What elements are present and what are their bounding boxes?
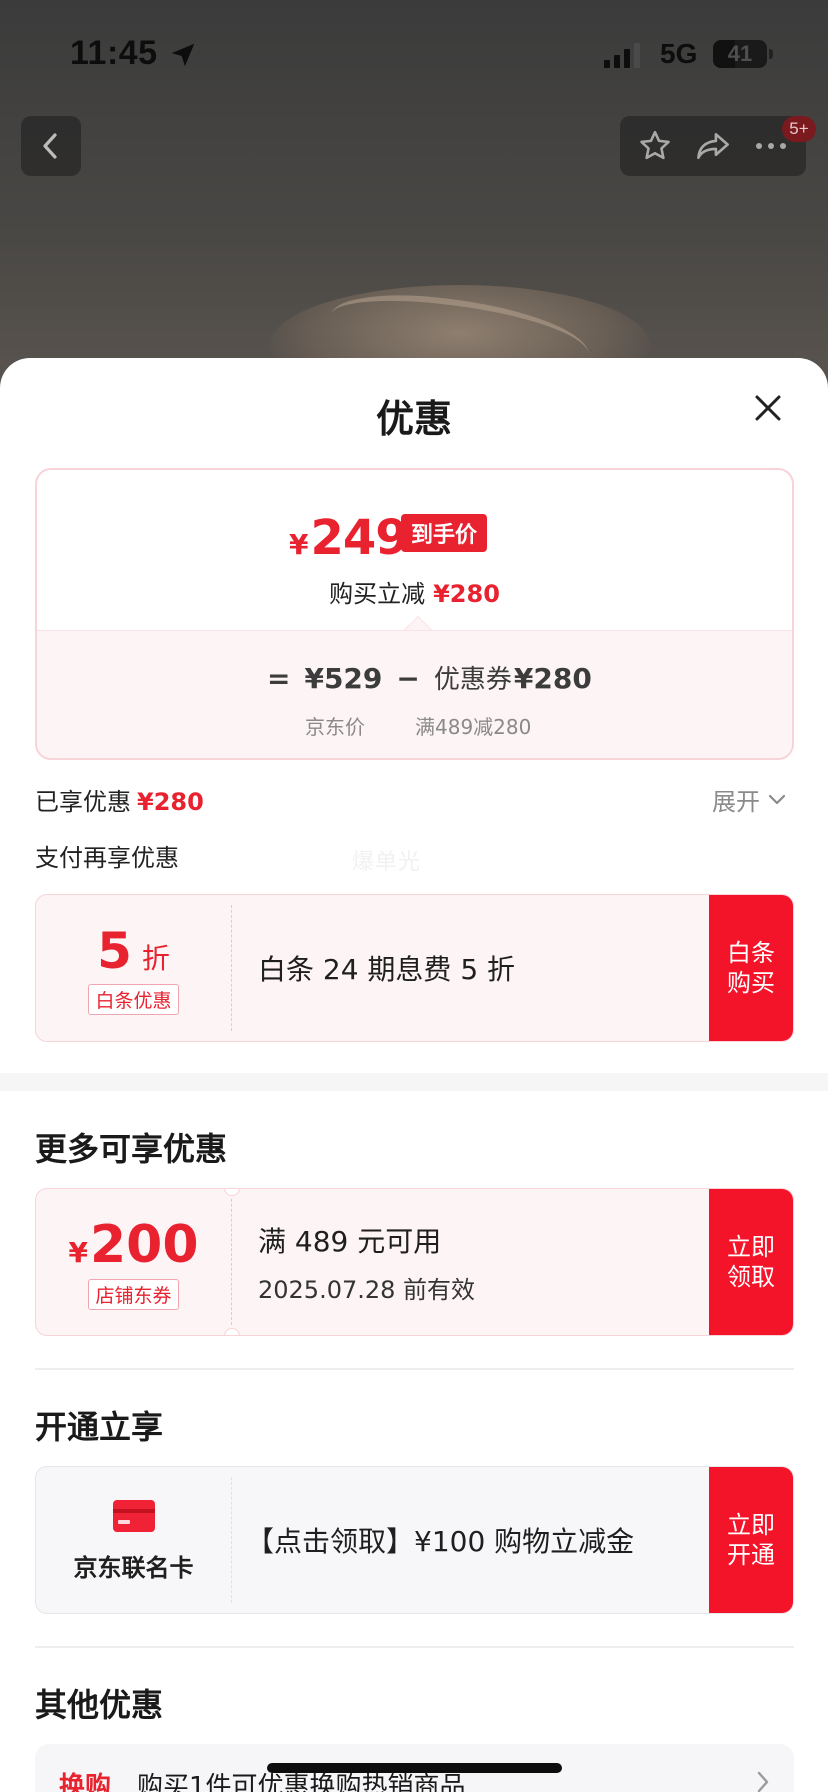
co-brand-card: 京东联名卡 bbox=[36, 1467, 231, 1613]
home-indicator bbox=[267, 1763, 562, 1773]
enjoyed-label: 已享优惠 bbox=[35, 788, 131, 816]
co-brand-card-offer[interactable]: 京东联名卡 【点击领取】¥100 购物立减金 立即开通 bbox=[35, 1466, 794, 1614]
price-formula-area: = ¥529 − 优惠券 ¥280 京东价 满489减280 bbox=[37, 630, 792, 758]
final-price-currency: ¥ bbox=[289, 528, 309, 561]
pay-section-title: 支付再享优惠 bbox=[35, 844, 179, 872]
price-summary-card: ¥ 249 到手价 购买立减 ¥280 = ¥529 − 优惠券 ¥280 京东价… bbox=[35, 468, 794, 760]
coupon-notch bbox=[224, 1328, 240, 1335]
watermark: 爆单光 bbox=[352, 850, 422, 875]
credit-card-icon bbox=[112, 1499, 155, 1532]
formula-equals: = bbox=[267, 662, 291, 695]
expand-button[interactable]: 展开 bbox=[712, 782, 786, 817]
enjoyed-discount: 已享优惠 ¥280 bbox=[35, 782, 204, 817]
coupon-divider bbox=[231, 1199, 232, 1325]
swap-label: 换购 bbox=[59, 1772, 112, 1792]
divider-line bbox=[35, 1368, 794, 1370]
baitiao-discount-unit: 折 bbox=[141, 941, 170, 975]
expand-label: 展开 bbox=[712, 788, 760, 816]
back-chevron-icon bbox=[43, 133, 57, 159]
chevron-down-icon bbox=[768, 794, 786, 804]
reduce-value: ¥280 bbox=[433, 580, 500, 608]
location-arrow-icon bbox=[171, 43, 195, 67]
shop-coupon-validity: 2025.07.28 前有效 bbox=[258, 1275, 476, 1304]
open-card-button[interactable]: 立即开通 bbox=[709, 1467, 793, 1613]
co-brand-card-name: 京东联名卡 bbox=[73, 1553, 194, 1582]
other-section-title: 其他优惠 bbox=[35, 1686, 164, 1724]
battery-level: 41 bbox=[727, 41, 753, 66]
signal-icon bbox=[604, 42, 640, 68]
baitiao-info: 白条 24 期息费 5 折 bbox=[258, 895, 703, 1041]
jd-price-value: ¥529 bbox=[304, 662, 383, 695]
shop-coupon-amount-area: ¥ 200 店铺东券 bbox=[36, 1189, 231, 1335]
coupon-value: ¥280 bbox=[513, 662, 592, 695]
status-time: 11:45 bbox=[70, 34, 158, 72]
open-section-title: 开通立享 bbox=[35, 1408, 164, 1446]
share-icon bbox=[697, 132, 729, 160]
battery-icon: 41 bbox=[713, 40, 767, 68]
final-price-area: ¥ 249 到手价 购买立减 ¥280 bbox=[37, 470, 792, 630]
claim-coupon-button[interactable]: 立即领取 bbox=[709, 1189, 793, 1335]
coupon-divider bbox=[231, 1477, 232, 1603]
close-button[interactable] bbox=[748, 388, 788, 428]
final-price-tag: 到手价 bbox=[401, 514, 488, 552]
back-button[interactable] bbox=[21, 116, 81, 176]
share-button[interactable] bbox=[686, 119, 740, 173]
baitiao-tag: 白条优惠 bbox=[88, 983, 179, 1015]
star-icon bbox=[640, 130, 670, 160]
shop-coupon-tag: 店铺东券 bbox=[88, 1278, 179, 1310]
baitiao-text: 白条 24 期息费 5 折 bbox=[258, 953, 516, 986]
top-actions bbox=[620, 116, 806, 176]
chevron-right-icon bbox=[757, 1771, 769, 1792]
battery-tip bbox=[769, 49, 773, 59]
co-brand-card-info: 【点击领取】¥100 购物立减金 bbox=[246, 1467, 703, 1613]
more-dots-icon bbox=[756, 143, 786, 149]
status-bar: 11:45 5G 41 bbox=[0, 0, 828, 100]
coupon-rule: 满489减280 bbox=[415, 715, 532, 739]
close-icon bbox=[755, 395, 781, 421]
baitiao-buy-button[interactable]: 白条购买 bbox=[709, 895, 793, 1041]
baitiao-coupon[interactable]: 5 折 白条优惠 白条 24 期息费 5 折 白条购买 bbox=[35, 894, 794, 1042]
shop-coupon-currency: ¥ bbox=[68, 1235, 88, 1269]
shop-coupon-value: 200 bbox=[89, 1214, 199, 1275]
section-gap bbox=[0, 1073, 828, 1091]
sheet-title: 优惠 bbox=[375, 397, 452, 441]
shop-coupon-info: 满 489 元可用 2025.07.28 前有效 bbox=[258, 1189, 703, 1335]
more-section-title: 更多可享优惠 bbox=[35, 1130, 228, 1168]
reduce-line: 购买立减 ¥280 bbox=[37, 574, 792, 609]
shop-coupon[interactable]: ¥ 200 店铺东券 满 489 元可用 2025.07.28 前有效 立即领取 bbox=[35, 1188, 794, 1336]
divider-line bbox=[35, 1646, 794, 1648]
baitiao-discount-value: 5 折 bbox=[97, 922, 170, 980]
enjoyed-value: ¥280 bbox=[137, 788, 204, 816]
baitiao-discount: 5 折 白条优惠 bbox=[36, 895, 231, 1041]
co-brand-card-text: 【点击领取】¥100 购物立减金 bbox=[246, 1525, 635, 1558]
baitiao-discount-num: 5 bbox=[97, 921, 132, 980]
price-formula: = ¥529 − 优惠券 ¥280 bbox=[267, 659, 592, 696]
final-price-value: 249 bbox=[310, 510, 408, 566]
shop-coupon-amount: ¥ 200 bbox=[68, 1215, 198, 1275]
jd-price-label: 京东价 bbox=[305, 715, 365, 739]
promotions-sheet: 优惠 ¥ 249 到手价 购买立减 ¥280 = ¥529 − 优惠券 ¥280 … bbox=[0, 358, 828, 1792]
final-price: ¥ 249 bbox=[289, 510, 409, 566]
coupon-label: 优惠券 bbox=[433, 665, 512, 695]
network-type: 5G bbox=[660, 38, 698, 69]
coupon-divider bbox=[231, 905, 232, 1031]
message-badge: 5+ bbox=[782, 116, 816, 142]
reduce-label: 购买立减 bbox=[329, 580, 426, 608]
shop-coupon-condition: 满 489 元可用 bbox=[258, 1224, 442, 1258]
favorite-button[interactable] bbox=[628, 119, 682, 173]
formula-minus: − bbox=[396, 662, 420, 695]
